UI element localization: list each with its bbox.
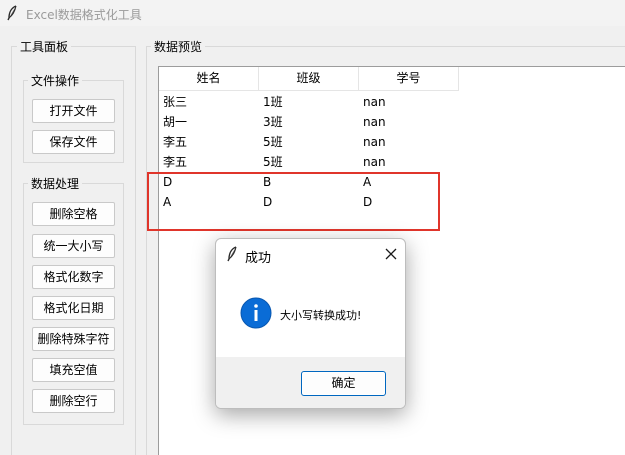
table-cell[interactable]: 3班 [263,112,283,132]
remove-special-chars-button[interactable]: 删除特殊字符 [32,327,115,351]
table-cell[interactable]: nan [363,132,386,152]
column-header-id[interactable]: 学号 [359,67,459,91]
table-cell[interactable]: 5班 [263,132,283,152]
feather-icon [7,5,17,21]
table-cell[interactable]: nan [363,92,386,112]
unify-case-button[interactable]: 统一大小写 [32,234,115,258]
table-cell[interactable]: 胡一 [163,112,187,132]
format-date-button[interactable]: 格式化日期 [32,296,115,320]
table-cell[interactable]: 张三 [163,92,187,112]
table-cell[interactable]: nan [363,112,386,132]
preview-label: 数据预览 [151,38,206,55]
remove-empty-rows-button[interactable]: 删除空行 [32,389,115,413]
remove-spaces-button[interactable]: 删除空格 [32,202,115,226]
close-icon[interactable] [384,247,398,261]
dialog-title: 成功 [245,251,272,266]
table-cell[interactable]: 李五 [163,152,187,172]
format-number-button[interactable]: 格式化数字 [32,265,115,289]
table-cell[interactable]: 5班 [263,152,283,172]
save-file-button[interactable]: 保存文件 [32,130,115,154]
table-cell[interactable]: 李五 [163,132,187,152]
open-file-button[interactable]: 打开文件 [32,99,115,123]
success-dialog[interactable]: 成功 大小写转换成功! 确定 [215,238,406,409]
highlight-box [147,172,440,231]
dialog-message: 大小写转换成功! [280,309,362,322]
column-header-name[interactable]: 姓名 [159,67,259,91]
column-header-class[interactable]: 班级 [259,67,359,91]
title-bar[interactable]: Excel数据格式化工具 [0,0,625,26]
fill-empty-button[interactable]: 填充空值 [32,358,115,382]
tool-panel-label: 工具面板 [17,38,72,55]
data-proc-label: 数据处理 [28,175,83,192]
info-icon [240,297,272,329]
file-ops-label: 文件操作 [28,72,83,89]
window-title: Excel数据格式化工具 [26,8,142,22]
table-cell[interactable]: 1班 [263,92,283,112]
table-cell[interactable]: nan [363,152,386,172]
feather-icon [227,246,237,262]
ok-button[interactable]: 确定 [301,371,386,396]
